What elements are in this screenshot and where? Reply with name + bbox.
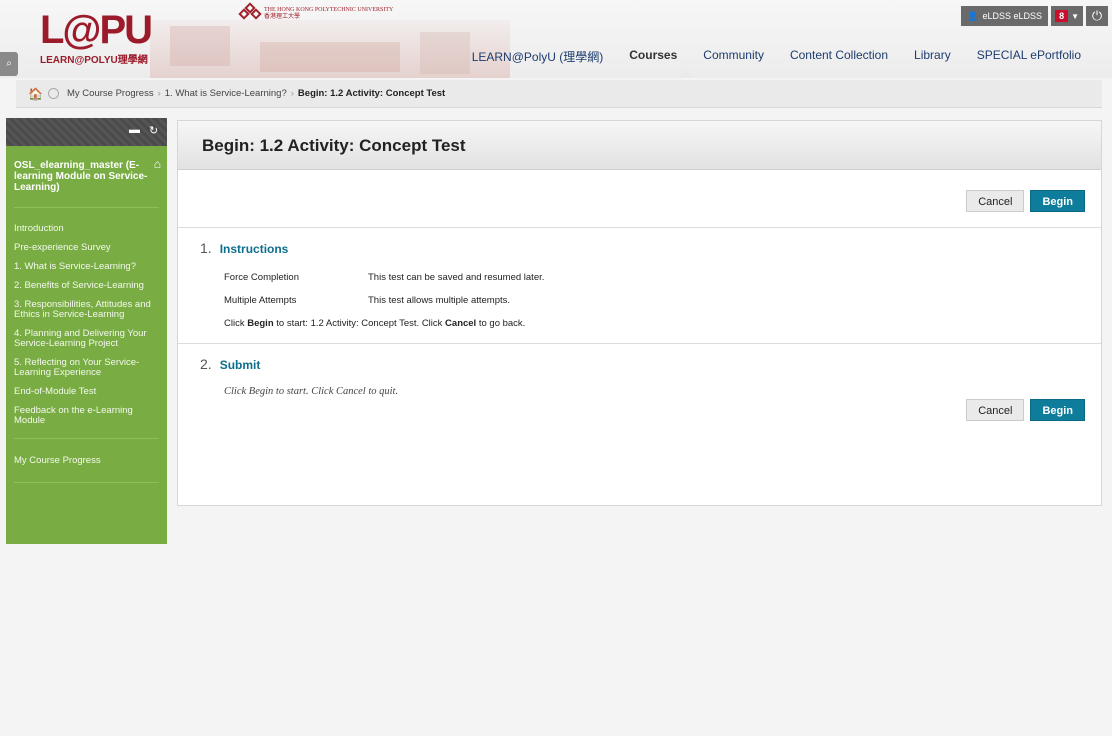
user-name: eLDSS eLDSS <box>982 11 1043 21</box>
header: L@PU LEARN@POLYU理學網 THE HONG KONG POLYTE… <box>0 0 1112 78</box>
breadcrumb-separator: › <box>290 88 294 99</box>
tab-special-eportfolio[interactable]: SPECIAL ePortfolio <box>964 48 1094 65</box>
main-content: Begin: 1.2 Activity: Concept Test Cancel… <box>177 120 1102 506</box>
step-number: 1. <box>200 240 212 256</box>
page-title: Begin: 1.2 Activity: Concept Test <box>202 136 466 155</box>
menu-item-responsibilities[interactable]: 3. Responsibilities, Attitudes and Ethic… <box>6 300 167 320</box>
breadcrumb-item-course-progress[interactable]: My Course Progress <box>67 88 154 99</box>
logo-text: L@PU <box>40 8 153 52</box>
chevron-down-icon: ▼ <box>1071 11 1079 21</box>
menu-item-benefits[interactable]: 2. Benefits of Service-Learning <box>6 281 167 291</box>
menu-item-feedback[interactable]: Feedback on the e-Learning Module <box>6 406 167 426</box>
menu-item-pre-experience-survey[interactable]: Pre-experience Survey <box>6 243 167 253</box>
top-navigation: LEARN@PolyU (理學網) Courses Community Cont… <box>459 48 1094 65</box>
user-menu[interactable]: 👤 eLDSS eLDSS <box>961 6 1049 26</box>
breadcrumb-current: Begin: 1.2 Activity: Concept Test <box>297 88 446 99</box>
logout-button[interactable]: ⏻ <box>1086 6 1108 26</box>
logo-subtitle: LEARN@POLYU理學網 <box>40 55 148 66</box>
row-label: Multiple Attempts <box>224 295 297 306</box>
bottom-button-group: Cancel Begin <box>966 399 1085 421</box>
step-number: 2. <box>200 356 212 372</box>
tab-library[interactable]: Library <box>901 48 964 65</box>
power-icon: ⏻ <box>1091 8 1103 23</box>
user-icon: 👤 <box>967 10 979 21</box>
university-name: THE HONG KONG POLYTECHNIC UNIVERSITY <box>264 7 394 13</box>
instruction-text: Click Begin to start: 1.2 Activity: Conc… <box>224 318 526 329</box>
university-chinese-name: 香港理工大學 <box>264 14 301 20</box>
menu-divider <box>14 438 159 439</box>
breadcrumb-separator: › <box>157 88 161 99</box>
row-value: This test allows multiple attempts. <box>368 295 511 306</box>
menu-item-introduction[interactable]: Introduction <box>6 224 167 234</box>
cancel-button[interactable]: Cancel <box>966 190 1025 212</box>
course-menu-list: Introduction Pre-experience Survey 1. Wh… <box>6 224 167 426</box>
refresh-icon[interactable]: ↻ <box>149 124 158 137</box>
polyu-emblem-icon <box>238 2 262 24</box>
page-title-bar: Begin: 1.2 Activity: Concept Test <box>178 121 1101 170</box>
course-menu-toolbar: ▬ ↻ <box>6 118 167 146</box>
row-label: Force Completion <box>224 272 299 283</box>
user-bar: 👤 eLDSS eLDSS 8 ▼ ⏻ <box>961 6 1108 26</box>
tab-learn-polyu[interactable]: LEARN@PolyU (理學網) <box>459 48 617 65</box>
top-button-group: Cancel Begin <box>966 190 1085 212</box>
step-title: Instructions <box>219 242 289 256</box>
course-title-text: OSL_elearning_master (E-learning Module … <box>14 160 148 193</box>
circle-chevron-icon[interactable] <box>48 88 59 99</box>
course-home-icon[interactable]: ⌂ <box>154 158 161 170</box>
polyu-badge: THE HONG KONG POLYTECHNIC UNIVERSITY 香港理… <box>238 2 394 24</box>
folder-icon[interactable]: ▬ <box>129 124 140 136</box>
breadcrumb-item-what-is-service-learning[interactable]: 1. What is Service-Learning? <box>165 88 287 99</box>
active-tab-pointer <box>678 70 694 78</box>
menu-item-my-course-progress[interactable]: My Course Progress <box>6 455 167 466</box>
learn-polyu-logo[interactable]: L@PU LEARN@POLYU理學網 <box>40 8 153 66</box>
step-title: Submit <box>219 358 261 372</box>
step-submit: 2. Submit Click Begin to start. Click Ca… <box>178 343 1101 505</box>
notifications-button[interactable]: 8 ▼ <box>1051 6 1083 26</box>
menu-item-planning[interactable]: 4. Planning and Delivering Your Service-… <box>6 329 167 349</box>
menu-divider <box>14 207 159 208</box>
multiple-attempts-row: Multiple Attempts This test allows multip… <box>224 295 510 306</box>
submit-instruction: Click Begin to start. Click Cancel to qu… <box>224 386 399 397</box>
breadcrumb: 🏠 My Course Progress › 1. What is Servic… <box>16 80 1102 108</box>
header-banner-image <box>150 20 510 78</box>
notification-count: 8 <box>1055 10 1069 22</box>
tab-content-collection[interactable]: Content Collection <box>777 48 901 65</box>
course-title[interactable]: OSL_elearning_master (E-learning Module … <box>6 146 167 193</box>
home-icon[interactable]: 🏠 <box>28 87 44 101</box>
menu-item-end-of-module-test[interactable]: End-of-Module Test <box>6 387 167 397</box>
instruction-cancel-emphasis: Cancel <box>445 318 477 329</box>
menu-divider <box>14 482 159 483</box>
tab-community[interactable]: Community <box>690 48 777 65</box>
begin-button[interactable]: Begin <box>1030 399 1085 421</box>
course-menu: ▬ ↻ OSL_elearning_master (E-learning Mod… <box>6 118 167 544</box>
instruction-begin-emphasis: Begin <box>247 318 274 329</box>
menu-item-reflecting[interactable]: 5. Reflecting on Your Service-Learning E… <box>6 358 167 378</box>
side-panel-toggle[interactable]: ⌕ <box>0 52 18 76</box>
step-instructions: 1. Instructions Force Completion This tes… <box>178 227 1101 343</box>
tab-courses[interactable]: Courses <box>616 48 690 65</box>
menu-item-what-is-service-learning[interactable]: 1. What is Service-Learning? <box>6 262 167 272</box>
begin-button[interactable]: Begin <box>1030 190 1085 212</box>
pin-icon: ⌕ <box>6 58 12 69</box>
cancel-button[interactable]: Cancel <box>966 399 1025 421</box>
force-completion-row: Force Completion This test can be saved a… <box>224 272 544 283</box>
row-value: This test can be saved and resumed later… <box>368 272 545 283</box>
